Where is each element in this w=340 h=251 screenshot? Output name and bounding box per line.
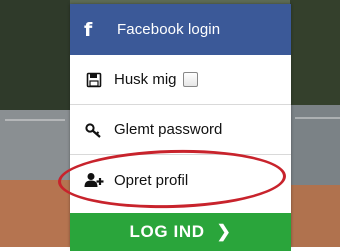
facebook-login-button[interactable]: f Facebook login xyxy=(70,4,291,55)
forgot-password-link[interactable]: Glemt password xyxy=(70,105,291,155)
user-plus-icon xyxy=(83,172,105,188)
key-icon xyxy=(83,122,105,138)
remember-me-row[interactable]: Husk mig xyxy=(70,55,291,105)
login-button[interactable]: LOG IND ❯ xyxy=(70,213,291,251)
floppy-disk-icon xyxy=(83,72,105,88)
login-dropdown-menu: f Facebook login Husk mig Glemt password xyxy=(70,4,291,251)
facebook-icon: f xyxy=(84,18,93,41)
forgot-password-label: Glemt password xyxy=(114,121,223,138)
login-label: LOG IND xyxy=(129,222,205,241)
chevron-right-icon: ❯ xyxy=(216,222,232,241)
remember-me-label: Husk mig xyxy=(114,71,177,88)
facebook-login-label: Facebook login xyxy=(117,21,221,38)
create-profile-link[interactable]: Opret profil xyxy=(70,155,291,205)
remember-me-checkbox[interactable] xyxy=(182,72,198,87)
create-profile-label: Opret profil xyxy=(114,171,189,189)
